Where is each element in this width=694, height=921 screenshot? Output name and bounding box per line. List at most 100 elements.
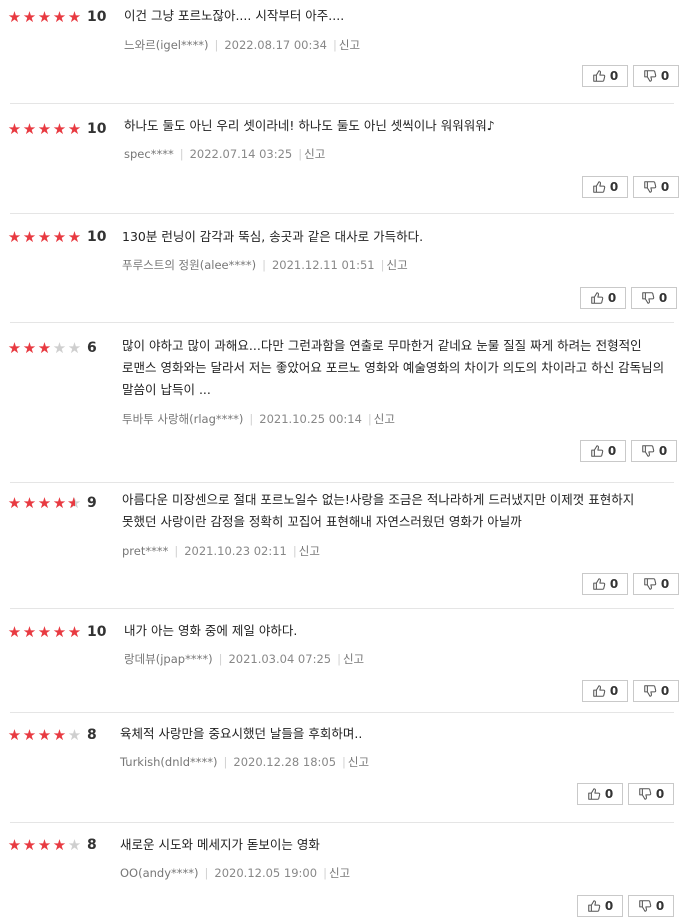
star-rating: ★ ★ ★ ★ ★ 10 <box>7 623 107 641</box>
dislike-button[interactable]: 0 <box>633 65 679 87</box>
rating-score: 10 <box>87 9 107 25</box>
review-author[interactable]: 랑데뷰(jpap****) <box>124 652 213 666</box>
like-button[interactable]: 0 <box>582 65 628 87</box>
review-divider <box>10 103 674 104</box>
thumbs-up-icon <box>592 684 610 698</box>
thumbs-down-icon <box>641 291 659 305</box>
like-button[interactable]: 0 <box>582 573 628 595</box>
review-text: 내가 아는 영화 중에 제일 야하다. <box>124 623 298 638</box>
star-icon: ★ <box>22 623 37 641</box>
rating-score: 8 <box>87 837 97 853</box>
review-author[interactable]: 느와르(igel****) <box>124 38 208 52</box>
review-meta: Turkish(dnld****) | 2020.12.28 18:05 | 신고 <box>120 754 369 770</box>
star-rating: ★★★★★9 <box>7 494 97 512</box>
thumbs-up-icon <box>592 577 610 591</box>
review-date: 2020.12.05 19:00 <box>214 866 318 880</box>
dislike-count: 0 <box>660 180 670 194</box>
star-icon: ★ <box>37 120 52 138</box>
review-text: 아름다운 미장센으로 절대 포르노일수 없는!사랑을 조금은 적나라하게 드러냈… <box>122 492 635 529</box>
dislike-count: 0 <box>655 899 665 913</box>
review-author[interactable]: 푸루스트의 정원(alee****) <box>122 258 256 272</box>
dislike-button[interactable]: 0 <box>633 176 679 198</box>
star-icon: ★ <box>67 494 82 512</box>
review-author[interactable]: Turkish(dnld****) <box>120 755 218 769</box>
report-link[interactable]: 신고 <box>387 258 408 272</box>
star-icon: ★ <box>37 494 52 512</box>
like-button[interactable]: 0 <box>580 440 626 462</box>
report-link[interactable]: 신고 <box>339 38 360 52</box>
review-divider <box>10 482 674 483</box>
star-icon: ★ <box>22 494 37 512</box>
review-text: 새로운 시도와 메세지가 돋보이는 영화 <box>120 837 320 852</box>
like-count: 0 <box>607 444 617 458</box>
meta-divider: | <box>367 412 372 426</box>
star-rating: ★ ★ ★ ★ ★ 10 <box>7 228 107 246</box>
star-icon: ★ <box>52 8 67 26</box>
review-text: 하나도 둘도 아닌 우리 셋이라네! 하나도 둘도 아닌 셋씩이나 워워워워♪ <box>124 118 495 133</box>
dislike-button[interactable]: 0 <box>633 573 679 595</box>
star-icon: ★ <box>7 120 22 138</box>
review-author[interactable]: pret**** <box>122 544 168 558</box>
thumbs-down-icon <box>643 180 661 194</box>
like-count: 0 <box>604 787 614 801</box>
like-button[interactable]: 0 <box>577 783 623 805</box>
star-icon: ★ <box>22 228 37 246</box>
star-icon: ★ <box>22 8 37 26</box>
rating-score: 10 <box>87 121 107 137</box>
star-icon: ★ <box>7 726 22 744</box>
star-icon: ★ <box>7 228 22 246</box>
like-button[interactable]: 0 <box>577 895 623 917</box>
like-count: 0 <box>609 577 619 591</box>
rating-score: 8 <box>87 727 97 743</box>
thumbs-down-icon <box>641 444 659 458</box>
report-link[interactable]: 신고 <box>374 412 395 426</box>
star-icon: ★ <box>52 120 67 138</box>
review-divider <box>10 213 674 214</box>
like-count: 0 <box>609 180 619 194</box>
like-button[interactable]: 0 <box>580 287 626 309</box>
review-author[interactable]: 투바투 사랑해(rlag****) <box>122 412 243 426</box>
report-link[interactable]: 신고 <box>299 544 320 558</box>
review-divider <box>10 712 674 713</box>
review-author[interactable]: OO(andy****) <box>120 866 199 880</box>
dislike-button[interactable]: 0 <box>633 680 679 702</box>
review-list: ★ ★ ★ ★ ★ 10 이건 그냥 포르노잖아.... 시작부터 아주.... 느와르(ig… <box>0 0 694 921</box>
dislike-button[interactable]: 0 <box>628 783 674 805</box>
star-icon: ★ <box>37 8 52 26</box>
like-count: 0 <box>609 684 619 698</box>
review-author[interactable]: spec**** <box>124 147 174 161</box>
like-button[interactable]: 0 <box>582 680 628 702</box>
dislike-button[interactable]: 0 <box>631 440 677 462</box>
meta-divider: | <box>218 652 223 666</box>
review-date: 2022.07.14 03:25 <box>189 147 293 161</box>
dislike-button[interactable]: 0 <box>631 287 677 309</box>
like-count: 0 <box>607 291 617 305</box>
review-divider <box>10 608 674 609</box>
report-link[interactable]: 신고 <box>304 147 325 161</box>
rating-score: 9 <box>87 495 97 511</box>
review-meta: 투바투 사랑해(rlag****) | 2021.10.25 00:14 | 신고 <box>122 411 395 427</box>
dislike-button[interactable]: 0 <box>628 895 674 917</box>
review-date: 2020.12.28 18:05 <box>233 755 337 769</box>
report-link[interactable]: 신고 <box>329 866 350 880</box>
report-link[interactable]: 신고 <box>343 652 364 666</box>
thumbs-down-icon <box>643 684 661 698</box>
thumbs-up-icon <box>587 787 605 801</box>
star-rating: ★ ★ ★ ★ ★ 10 <box>7 120 107 138</box>
review-meta: pret**** | 2021.10.23 02:11 | 신고 <box>122 543 320 559</box>
rating-score: 10 <box>87 229 107 245</box>
report-link[interactable]: 신고 <box>348 755 369 769</box>
like-count: 0 <box>609 69 619 83</box>
review-date: 2022.08.17 00:34 <box>224 38 328 52</box>
like-button[interactable]: 0 <box>582 176 628 198</box>
meta-divider: | <box>323 866 327 880</box>
review-date: 2021.12.11 01:51 <box>271 258 375 272</box>
star-icon: ★ <box>37 228 52 246</box>
star-rating: ★ ★ ★ ★ ★ 8 <box>7 726 97 744</box>
review-text: 육체적 사랑만을 중요시했던 날들을 후회하며.. <box>120 726 363 741</box>
thumbs-up-icon <box>590 291 608 305</box>
dislike-count: 0 <box>658 291 668 305</box>
meta-divider: | <box>342 755 346 769</box>
star-icon: ★ <box>52 836 67 854</box>
star-icon: ★ <box>37 726 52 744</box>
